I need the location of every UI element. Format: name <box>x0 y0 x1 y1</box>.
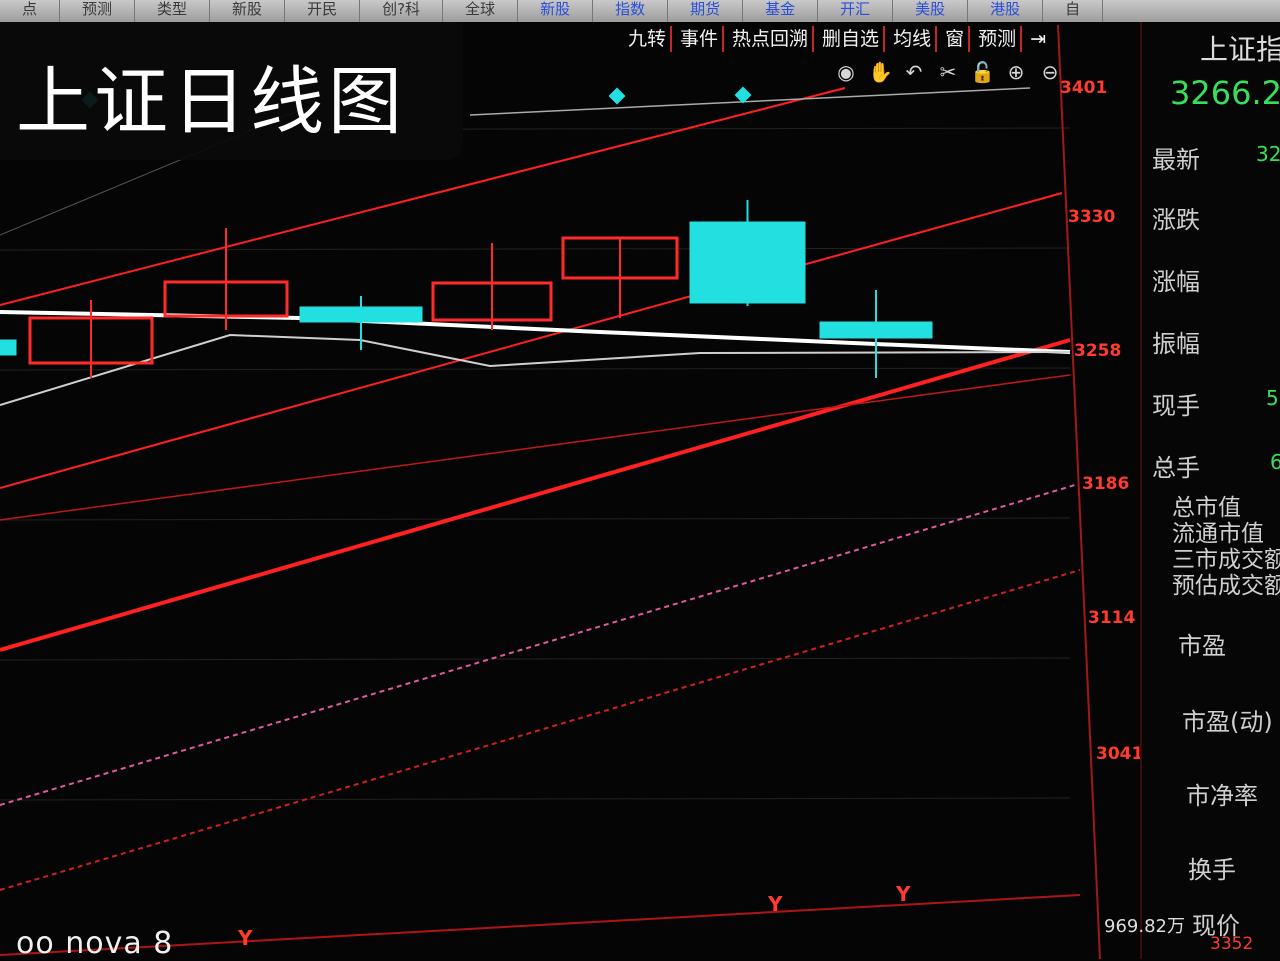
quote-label: 现手 <box>1152 392 1200 420</box>
tool-button[interactable]: 均线 <box>889 26 938 52</box>
quote-label: 涨跌 <box>1152 206 1200 234</box>
candle-body <box>299 306 423 323</box>
tool-button[interactable]: 预测 <box>974 26 1023 52</box>
market-label: 总市值 <box>1172 495 1241 521</box>
undo-icon[interactable]: ↶ <box>902 60 926 84</box>
tool-button[interactable]: 热点回溯 <box>728 26 815 52</box>
diamond-marker <box>608 87 626 105</box>
grid-line <box>0 367 1071 371</box>
price-tick: 3401 <box>1060 78 1108 98</box>
grid-line <box>0 797 1071 801</box>
expand-icon[interactable]: ⇥ <box>1026 26 1050 52</box>
price-tick: 3186 <box>1082 474 1130 494</box>
chart-toolbar: 九转 事件 热点回溯 删自选 均线窗预测 ⇥ <box>624 26 1050 52</box>
price-tick: 3041 <box>1096 744 1144 764</box>
candle-body <box>819 321 933 339</box>
trend-line <box>0 192 1063 489</box>
dashed-channel <box>0 484 1076 806</box>
trend-line <box>0 338 1071 652</box>
grid-line <box>0 247 1071 251</box>
tool-button[interactable]: 删自选 <box>818 26 886 52</box>
quote-label: 振幅 <box>1152 330 1200 358</box>
quote-value: 6 <box>1270 450 1280 474</box>
trend-line <box>0 374 1071 521</box>
quote-label: 最新 <box>1152 146 1200 174</box>
tool-button[interactable]: 事件 <box>676 26 725 52</box>
dashed-channel <box>0 569 1081 891</box>
lock-icon[interactable]: 🔓 <box>970 60 995 84</box>
market-label: 流通市值 <box>1172 521 1264 547</box>
zoom-in-icon[interactable]: ⊕ <box>1004 60 1028 84</box>
zoom-out-icon[interactable]: ⊖ <box>1038 60 1062 84</box>
quote-label: 总手 <box>1152 454 1200 482</box>
scissors-icon[interactable]: ✂ <box>936 60 960 84</box>
grid-line <box>0 517 1071 521</box>
quote-value: 32 <box>1256 142 1280 166</box>
tool-button[interactable]: 窗 <box>941 26 971 52</box>
market-label: 三市成交额 <box>1172 547 1280 573</box>
index-price: 3266.2 <box>1170 74 1280 112</box>
price-tick: 3330 <box>1068 207 1116 227</box>
candle-body <box>689 221 806 304</box>
index-name: 上证指 <box>1200 33 1280 66</box>
ratio-label: 换手 <box>1188 856 1236 884</box>
chart-title: 上证日线图 <box>16 59 406 145</box>
ratio-label: 市盈(动) <box>1182 708 1273 736</box>
chart-icon-toolbar: ◉ ✋ ↶ ✂ 🔓 ⊕ ⊖ <box>834 60 1062 84</box>
camera-watermark: oo nova 8 <box>16 926 174 961</box>
price-tick: 3114 <box>1088 608 1136 628</box>
tool-button[interactable]: 九转 <box>624 26 673 52</box>
signal-marker: Y <box>768 892 783 916</box>
ma-line <box>469 87 1031 116</box>
market-label: 预估成交额 <box>1172 573 1280 599</box>
bottom-price-tick: 3352 <box>1210 934 1254 954</box>
quote-value: 5 <box>1266 386 1279 410</box>
eye-icon[interactable]: ◉ <box>834 60 858 84</box>
ratio-label: 市盈 <box>1178 632 1226 660</box>
signal-marker: Y <box>238 926 253 950</box>
candle-body <box>0 339 17 356</box>
title-overlay: 上证日线图 <box>0 22 463 160</box>
ratio-label: 市净率 <box>1186 782 1258 810</box>
grid-line <box>0 657 1071 661</box>
volume-readout: 969.82万 <box>1104 916 1185 937</box>
hand-icon[interactable]: ✋ <box>868 60 893 84</box>
quote-side-panel: 上证指 3266.2 最新 32 涨跌 涨幅 振幅 现手 5 总手 6 总市值 … <box>1140 22 1280 959</box>
signal-marker: Y <box>896 882 911 906</box>
quote-label: 涨幅 <box>1152 268 1200 296</box>
price-tick: 3258 <box>1074 341 1122 361</box>
